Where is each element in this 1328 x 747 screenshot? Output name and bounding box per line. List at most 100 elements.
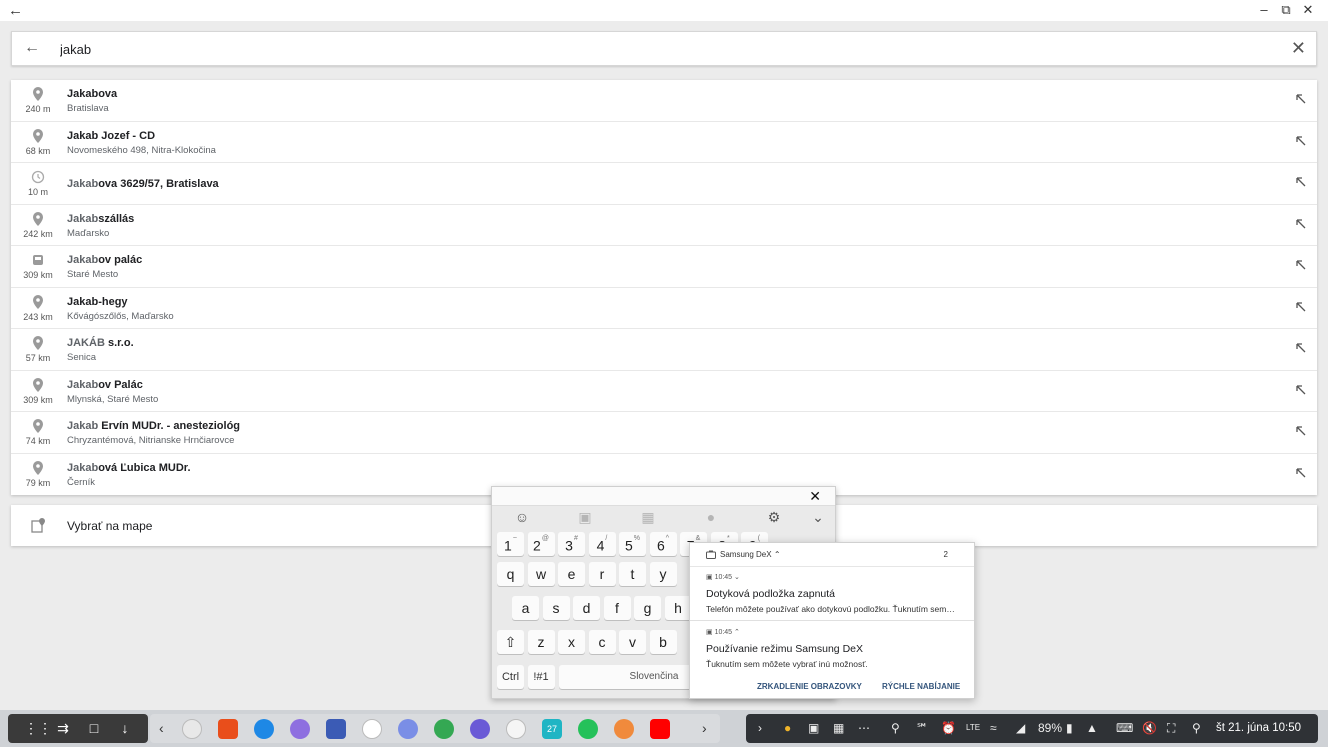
search-result-row[interactable]: 68 km Jakab Jozef - CD Novomeského 498, Ni… [11, 122, 1317, 163]
search-result-row[interactable]: 309 km Jakabov palác Staré Mesto [11, 246, 1317, 288]
key-4[interactable]: 4/ [588, 532, 616, 556]
key-5[interactable]: 5% [619, 532, 646, 556]
key-b[interactable]: b [649, 630, 677, 654]
key-c[interactable]: c [588, 630, 616, 654]
phone-icon[interactable] [578, 719, 598, 739]
minimize-icon[interactable]: – [1256, 2, 1272, 17]
search-result-row[interactable]: 243 km Jakab-hegy Kővágószőlős, Maďarsko [11, 288, 1317, 329]
symbols-key[interactable]: !#1 [527, 665, 555, 689]
notification-item[interactable]: ▣ 10:45 ⌃ Používanie režimu Samsung DeX … [690, 622, 974, 676]
gmail-icon[interactable] [182, 719, 202, 739]
restore-icon[interactable]: ⧉ [1278, 2, 1294, 18]
fill-query-arrow-icon[interactable] [1295, 176, 1307, 188]
chevron-right-icon[interactable]: › [702, 720, 707, 736]
facebook-icon[interactable] [326, 719, 346, 739]
video-icon[interactable] [290, 719, 310, 739]
search-result-row[interactable]: 74 km Jakab Ervín MUDr. - anesteziológ Chr… [11, 412, 1317, 454]
arrow-left-icon[interactable]: ← [8, 2, 23, 19]
search-result-row[interactable]: 242 km Jakabszállás Maďarsko [11, 205, 1317, 246]
search-input[interactable] [60, 39, 1260, 59]
notification-app-icon[interactable]: ● [784, 721, 791, 735]
fill-query-arrow-icon[interactable] [1295, 342, 1307, 354]
chevron-down-icon[interactable]: ⌄ [809, 509, 827, 527]
key-3[interactable]: 3# [558, 532, 585, 556]
lte-icon: LTE [966, 723, 981, 732]
mute-icon[interactable]: 🔇 [1142, 721, 1157, 735]
chevron-up-icon[interactable]: ▲ [1086, 721, 1098, 735]
close-icon[interactable]: ✕ [809, 488, 821, 505]
ctrl-key[interactable]: Ctrl [497, 665, 524, 689]
screen-mirroring-button[interactable]: ZRKADLENIE OBRAZOVKY [757, 682, 862, 691]
key-h[interactable]: h [664, 596, 692, 620]
mail-icon[interactable] [506, 719, 526, 739]
messenger-icon[interactable] [254, 719, 274, 739]
key-q[interactable]: q [497, 562, 524, 586]
fill-query-arrow-icon[interactable] [1295, 425, 1307, 437]
notification-header[interactable]: Samsung DeX ⌃ 2 [690, 543, 974, 567]
key-1[interactable]: 1~ [497, 532, 524, 556]
key-secondary-label: / [605, 535, 608, 542]
result-title-match: Jakab [67, 461, 99, 474]
fill-query-arrow-icon[interactable] [1295, 259, 1307, 271]
dex-icon[interactable]: ▦ [833, 721, 844, 735]
notification-item[interactable]: ▣ 10:45 ⌄ Dotyková podložka zapnutá Tele… [690, 567, 974, 621]
emoji-icon[interactable]: ☺ [513, 509, 531, 527]
key-g[interactable]: g [634, 596, 661, 620]
home-square-icon[interactable]: □ [85, 720, 103, 738]
keyboard-icon[interactable]: ⌨ [1116, 721, 1133, 735]
key-z[interactable]: z [527, 630, 555, 654]
fast-charging-button[interactable]: RÝCHLE NABÍJANIE [882, 682, 960, 691]
key-t[interactable]: t [619, 562, 646, 586]
fill-query-arrow-icon[interactable] [1295, 467, 1307, 479]
fill-query-arrow-icon[interactable] [1295, 384, 1307, 396]
key-6[interactable]: 6^ [649, 532, 677, 556]
key-2[interactable]: 2@ [527, 532, 555, 556]
window-titlebar: ← – ⧉ ✕ [0, 0, 1328, 21]
result-title-match: JAKÁB [67, 337, 105, 349]
fill-query-arrow-icon[interactable] [1295, 218, 1307, 230]
close-icon[interactable]: ✕ [1300, 2, 1316, 18]
shift-key[interactable]: ⇧ [497, 630, 524, 654]
office-icon[interactable] [218, 719, 238, 739]
search-result-row[interactable]: 309 km Jakabov Palác Mlynská, Staré Mesto [11, 371, 1317, 412]
close-icon[interactable]: ✕ [1291, 38, 1306, 59]
sticker-icon[interactable]: ▣ [576, 509, 594, 527]
key-a[interactable]: a [512, 596, 539, 620]
download-icon[interactable]: ↓ [116, 720, 134, 738]
key-f[interactable]: f [603, 596, 631, 620]
key-w[interactable]: w [527, 562, 555, 586]
search-result-row[interactable]: 57 km JAKÁB s.r.o. Senica [11, 329, 1317, 371]
clock-icon[interactable] [362, 719, 382, 739]
key-y[interactable]: y [649, 562, 677, 586]
fill-query-arrow-icon[interactable] [1295, 93, 1307, 105]
calendar-icon[interactable]: 27 [542, 719, 562, 739]
search-result-row[interactable]: 10 m Jakabova 3629/57, Bratislava [11, 163, 1317, 205]
fill-query-arrow-icon[interactable] [1295, 301, 1307, 313]
bixby-icon[interactable] [614, 719, 634, 739]
search-icon[interactable]: ⚲ [1192, 721, 1201, 735]
arrow-left-icon[interactable]: ← [24, 39, 40, 57]
image-icon[interactable]: ▣ [808, 721, 819, 735]
clock[interactable]: št 21. júna 10:50 [1216, 722, 1301, 734]
key-x[interactable]: x [558, 630, 585, 654]
mic-icon[interactable]: ● [702, 509, 720, 527]
more-icon[interactable]: ⋯ [858, 721, 870, 735]
key-d[interactable]: d [573, 596, 600, 620]
camera-icon[interactable] [398, 719, 418, 739]
internet-icon[interactable] [470, 719, 490, 739]
key-s[interactable]: s [542, 596, 570, 620]
search-result-row[interactable]: 240 m Jakabova Bratislava [11, 80, 1317, 122]
key-e[interactable]: e [558, 562, 585, 586]
maps-icon[interactable] [434, 719, 454, 739]
screen-capture-icon[interactable]: ⛶ [1167, 721, 1175, 736]
apps-grid-icon[interactable]: ⋮⋮ [24, 720, 52, 738]
key-r[interactable]: r [588, 562, 616, 586]
key-v[interactable]: v [619, 630, 646, 654]
youtube-icon[interactable] [650, 719, 670, 739]
gif-icon[interactable]: ▦ [639, 509, 657, 527]
chevron-right-icon[interactable]: › [758, 721, 762, 735]
fill-query-arrow-icon[interactable] [1295, 135, 1307, 147]
recents-icon[interactable]: ⇉ [54, 720, 72, 738]
chevron-left-icon[interactable]: ‹ [159, 720, 164, 736]
settings-icon[interactable]: ⚙ [765, 509, 783, 527]
